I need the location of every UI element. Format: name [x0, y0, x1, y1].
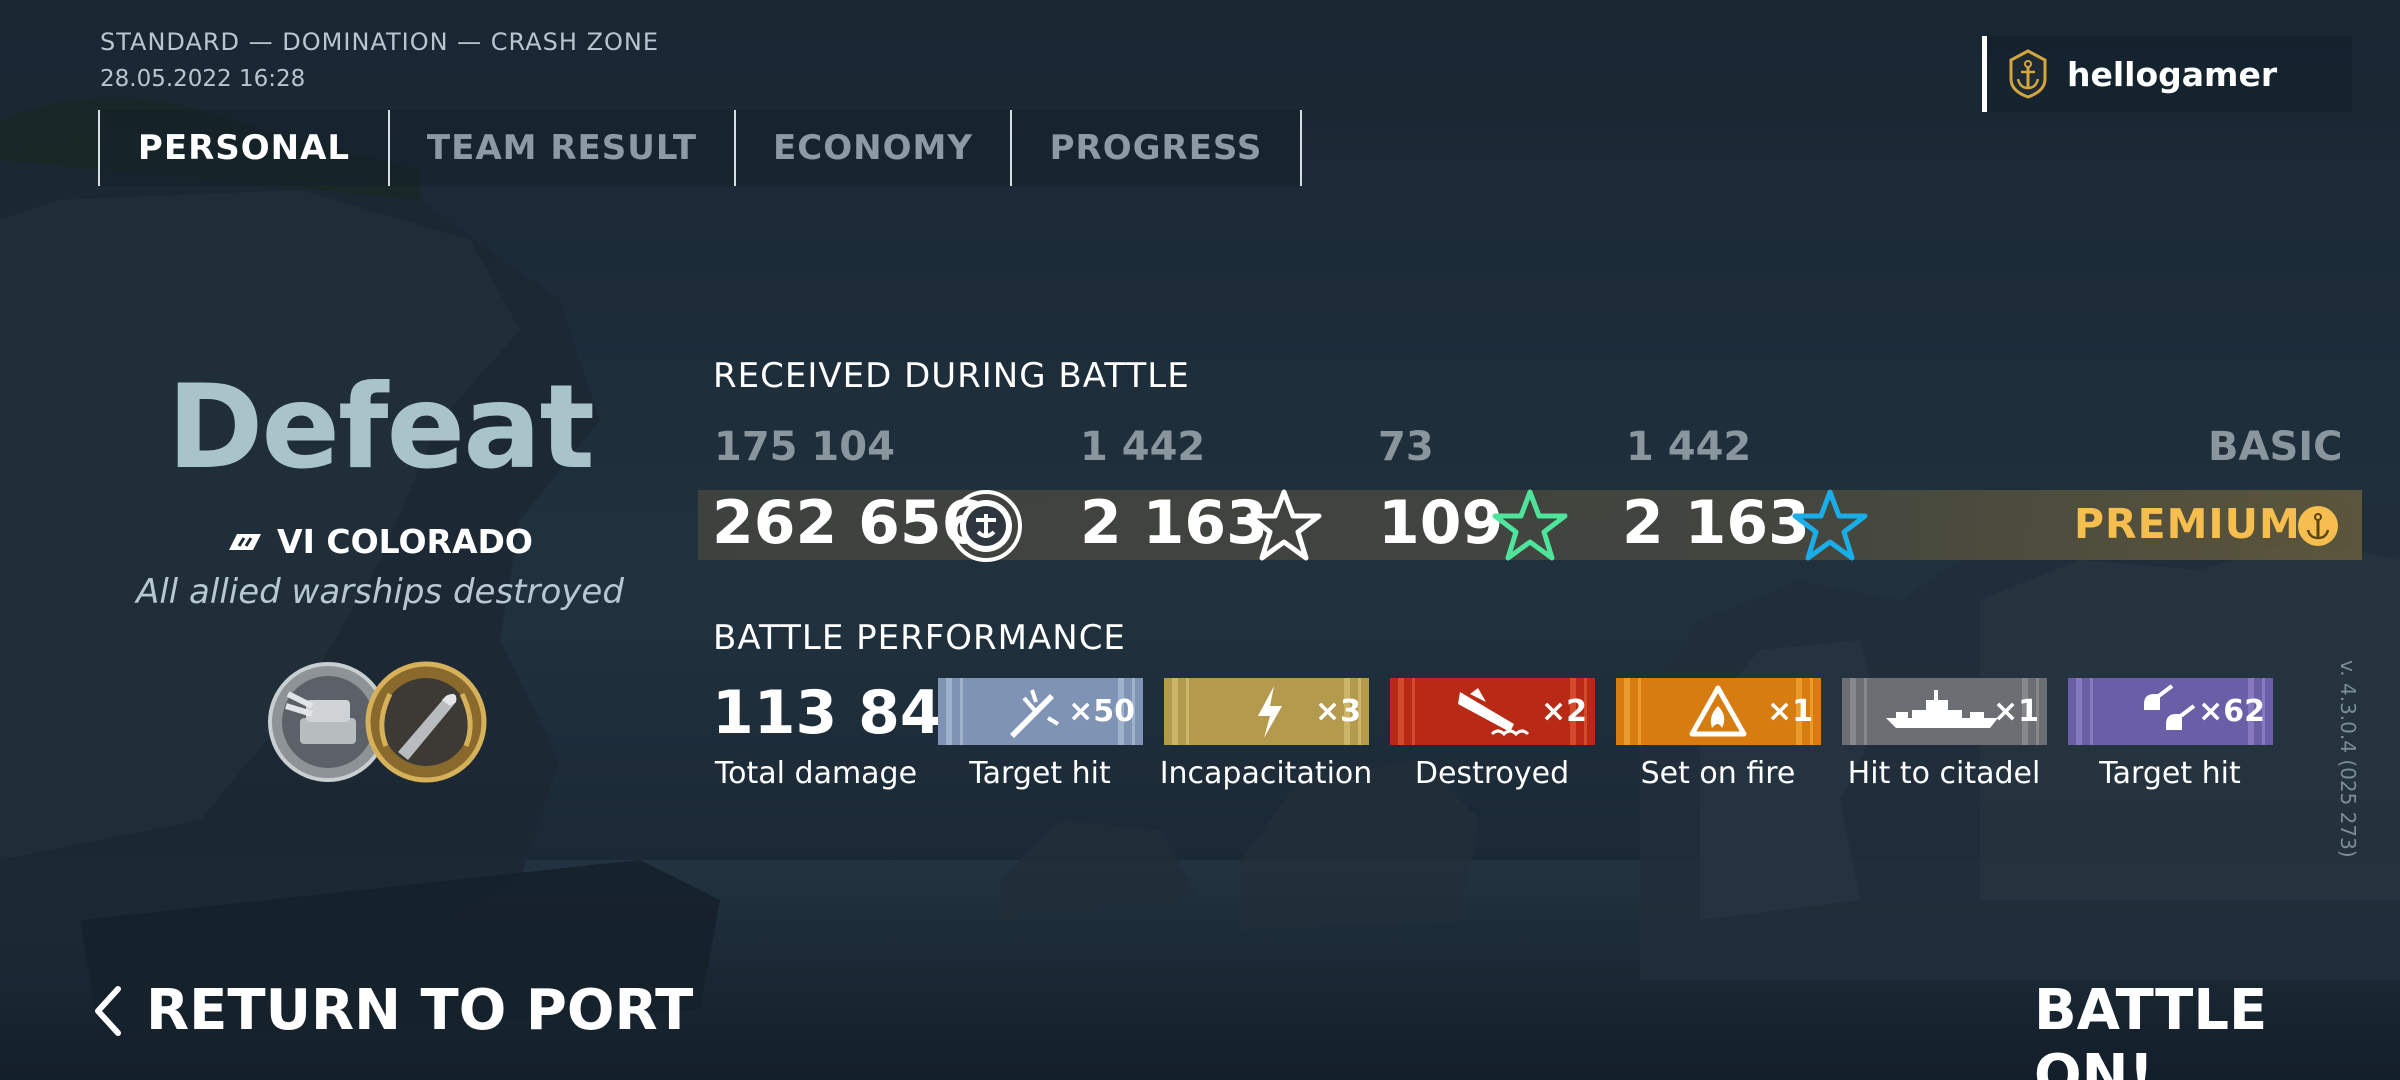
ship-line: VI COLORADO [0, 522, 760, 561]
version-label: v. 4.3.0.4 (025 273) [2336, 660, 2360, 858]
tab-team-result[interactable]: TEAM RESULT [388, 110, 734, 186]
battle-date: 28.05.2022 16:28 [100, 66, 306, 92]
secondary-battery-icon [2144, 684, 2196, 730]
result-reason: All allied warships destroyed [136, 572, 624, 612]
ship-xp-star-icon [1246, 489, 1322, 561]
return-to-port-label: RETURN TO PORT [146, 978, 694, 1043]
fire-icon [1689, 685, 1747, 737]
received-section-title: RECEIVED DURING BATTLE [713, 356, 1190, 396]
basic-free-xp-value: 1 442 [1626, 424, 1752, 470]
tab-economy[interactable]: ECONOMY [734, 110, 1010, 186]
premium-commander-xp-value: 109 [1378, 488, 1504, 558]
premium-credits-value: 262 656 [712, 488, 984, 558]
premium-account-label: PREMIUM [2074, 500, 2301, 548]
ribbon-count: ×2 [1540, 694, 1587, 729]
premium-free-xp-value: 2 163 [1622, 488, 1810, 558]
basic-commander-xp-value: 73 [1378, 424, 1434, 470]
battleship-class-icon [229, 533, 262, 550]
premium-ship-xp-value: 2 163 [1080, 488, 1268, 558]
basic-credits-value: 175 104 [714, 424, 895, 470]
basic-ship-xp-value: 1 442 [1080, 424, 1206, 470]
return-to-port-button[interactable]: RETURN TO PORT [92, 978, 693, 1043]
premium-doubloon-icon [2298, 506, 2338, 546]
lightning-icon [1258, 686, 1282, 738]
total-damage-label: Total damage [714, 756, 918, 791]
ribbon-count: ×1 [1766, 694, 1813, 729]
ribbon-label: Hit to citadel [1847, 756, 2041, 791]
ribbon-label: Destroyed [1414, 756, 1570, 791]
ribbon-target-hit-main[interactable]: ×50 [938, 678, 1143, 745]
tab-bar: PERSONAL TEAM RESULT ECONOMY PROGRESS [98, 110, 1302, 186]
ribbon-count: ×50 [1068, 694, 1135, 729]
armor-piercing-medal-icon[interactable] [365, 661, 487, 783]
sinking-ship-icon [1458, 688, 1530, 737]
ribbon-label: Incapacitation [1159, 756, 1373, 791]
ribbon-label: Target hit [969, 756, 1111, 791]
performance-section-title: BATTLE PERFORMANCE [713, 618, 1126, 658]
tab-progress[interactable]: PROGRESS [1010, 110, 1302, 186]
anchor-badge-icon [2009, 49, 2047, 99]
shell-hit-icon [1010, 689, 1060, 738]
tab-personal[interactable]: PERSONAL [98, 110, 388, 186]
player-name: hellogamer [2067, 54, 2278, 94]
ribbon-set-on-fire[interactable]: ×1 [1616, 678, 1821, 745]
warship-icon [1886, 690, 1998, 728]
ribbon-hit-to-citadel[interactable]: ×1 [1842, 678, 2047, 745]
battle-mode-label: STANDARD — DOMINATION — CRASH ZONE [100, 28, 660, 56]
battle-result-title: Defeat [167, 360, 595, 495]
ribbon-label: Target hit [2099, 756, 2241, 791]
battle-on-button[interactable]: BATTLE ON! [2034, 978, 2400, 1080]
ribbon-count: ×62 [2198, 694, 2265, 729]
ribbon-count: ×1 [1992, 694, 2039, 729]
ribbon-target-hit-secondary[interactable]: ×62 [2068, 678, 2273, 745]
ribbon-incapacitation[interactable]: ×3 [1164, 678, 1369, 745]
ship-name: VI COLORADO [277, 522, 533, 561]
chevron-left-icon [95, 985, 121, 1036]
commander-xp-star-icon [1492, 489, 1568, 561]
credits-icon [950, 490, 1022, 562]
medals-group [268, 661, 487, 783]
free-xp-star-icon [1792, 489, 1868, 561]
ribbon-count: ×3 [1314, 694, 1361, 729]
basic-account-label: BASIC [2208, 424, 2343, 470]
ribbon-destroyed[interactable]: ×2 [1390, 678, 1595, 745]
player-badge[interactable]: hellogamer [1982, 36, 2352, 112]
ribbon-label: Set on fire [1640, 756, 1796, 791]
